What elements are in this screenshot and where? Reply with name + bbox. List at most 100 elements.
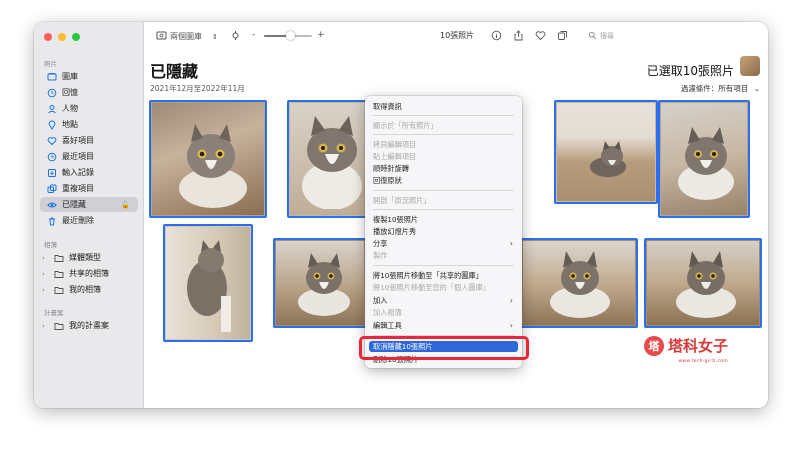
sidebar-item-library[interactable]: 圖庫 xyxy=(40,69,138,84)
submenu-arrow-icon: › xyxy=(509,296,513,305)
submenu-arrow-icon: › xyxy=(509,239,513,248)
date-range: 2021年12月至2022年11月 xyxy=(150,84,245,93)
sidebar-item-people[interactable]: 人物 xyxy=(40,101,138,116)
sidebar-item-label: 地點 xyxy=(62,120,78,129)
sidebar-section-photos: 照片 xyxy=(44,60,57,68)
zoom-slider-knob[interactable] xyxy=(285,31,295,40)
menu-item-show-in-all-photos: 顯示於「所有照片」 xyxy=(373,120,438,130)
chevron-right-icon[interactable]: › xyxy=(42,322,50,330)
chevron-down-icon: ⌄ xyxy=(753,84,760,93)
lock-icon: 🔓 xyxy=(121,200,130,209)
photo-thumbnail[interactable] xyxy=(163,224,253,342)
menu-item-revert-to-original[interactable]: 回復原狀 xyxy=(369,175,518,186)
menu-item-rotate-clockwise[interactable]: 順時針旋轉 xyxy=(369,163,518,174)
menu-item-open-live-photo: 開啟「原況照片」 xyxy=(373,195,431,205)
photo-thumbnail[interactable] xyxy=(287,100,371,218)
menu-item-create: 製作 xyxy=(373,250,388,260)
imports-icon xyxy=(46,167,57,178)
close-window-button[interactable] xyxy=(44,33,52,41)
cat-image xyxy=(550,251,610,318)
photo-thumbnail[interactable] xyxy=(520,238,638,328)
people-icon xyxy=(46,103,57,114)
menu-item-add-to-label: 加入 xyxy=(373,295,388,305)
cat-image xyxy=(179,124,247,208)
duplicate-icon[interactable] xyxy=(557,30,568,41)
watermark-text: 塔科女子 xyxy=(667,337,728,355)
menu-item-move-to-shared-library[interactable]: 將10張照片移動至「共享的圖庫」 xyxy=(369,270,518,281)
library-icon xyxy=(46,71,57,82)
menu-item-share-label: 分享 xyxy=(373,238,388,248)
photo-thumbnail[interactable] xyxy=(658,100,750,218)
sidebar-item-memories[interactable]: 回憶 xyxy=(40,85,138,100)
filter-dropdown[interactable]: 過濾條件：所有項目 ⌄ xyxy=(681,83,760,94)
chevron-right-icon[interactable]: › xyxy=(42,286,50,294)
menu-item-duplicate[interactable]: 複製10張照片 xyxy=(369,214,518,225)
search-icon xyxy=(588,31,597,42)
menu-item-edit-with[interactable]: 編輯工具 › xyxy=(369,320,518,331)
avatar[interactable] xyxy=(740,56,760,76)
cat-image xyxy=(590,141,626,177)
folder-icon xyxy=(53,320,64,331)
watermark-logo: 塔 xyxy=(643,335,664,356)
minimize-window-button[interactable] xyxy=(58,33,66,41)
rotate-icon[interactable] xyxy=(230,30,241,41)
library-switcher-label: 兩個圖庫 xyxy=(170,32,202,41)
menu-separator xyxy=(373,115,514,116)
up-down-chevron-icon: ⇕ xyxy=(212,32,218,41)
folder-icon xyxy=(53,268,64,279)
library-switcher[interactable]: 兩個圖庫 ⇕ xyxy=(156,30,218,43)
sidebar-item-recently-deleted[interactable]: 最近刪除 xyxy=(40,213,138,228)
menu-item-share[interactable]: 分享 › xyxy=(369,238,518,249)
sidebar-item-hidden[interactable]: 已隱藏 🔓 xyxy=(40,197,138,212)
menu-item-add-to[interactable]: 加入 › xyxy=(369,295,518,306)
zoom-out-icon[interactable]: - xyxy=(252,30,255,40)
sidebar-item-label: 圖庫 xyxy=(62,72,78,81)
submenu-arrow-icon: › xyxy=(509,321,513,330)
zoom-in-icon[interactable]: + xyxy=(317,30,325,40)
menu-item-copy-edits: 拷貝編輯項目 xyxy=(373,139,417,149)
menu-separator xyxy=(373,134,514,135)
watermark-url: www.tech-girlz.com xyxy=(678,359,728,364)
sidebar-item-places[interactable]: 地點 xyxy=(40,117,138,132)
cat-image xyxy=(676,251,736,318)
sidebar-item-my-albums[interactable]: › 我的相簿 xyxy=(40,282,138,297)
sidebar-item-media-types[interactable]: › 媒體類型 xyxy=(40,250,138,265)
sidebar-item-label: 人物 xyxy=(62,104,78,113)
sidebar-item-duplicates[interactable]: 重複項目 xyxy=(40,181,138,196)
menu-item-slideshow[interactable]: 播放幻燈片秀 xyxy=(369,226,518,237)
filter-label: 過濾條件：所有項目 xyxy=(680,84,749,93)
window-controls xyxy=(44,33,80,41)
sidebar-item-recents[interactable]: 最近項目 xyxy=(40,149,138,164)
cat-image xyxy=(678,127,734,200)
cat-image xyxy=(302,116,362,209)
photo-thumbnail[interactable] xyxy=(149,100,267,218)
info-icon[interactable] xyxy=(491,30,502,41)
search-input[interactable]: 搜尋 xyxy=(600,31,614,41)
favorite-heart-icon[interactable] xyxy=(535,30,546,41)
photo-thumbnail[interactable] xyxy=(644,238,762,328)
sidebar-item-favorites[interactable]: 喜好項目 xyxy=(40,133,138,148)
sidebar-item-label: 最近項目 xyxy=(62,152,94,161)
zoom-slider[interactable] xyxy=(264,31,312,40)
sidebar-section-albums: 相簿 xyxy=(44,241,57,249)
selection-count-label: 10張照片 xyxy=(440,31,475,40)
sidebar-item-my-projects[interactable]: › 我的計畫案 xyxy=(40,318,138,333)
page-title: 已隱藏 xyxy=(150,62,199,81)
chevron-right-icon[interactable]: › xyxy=(42,270,50,278)
sidebar-item-label: 回憶 xyxy=(62,88,78,97)
folder-icon xyxy=(53,252,64,263)
sidebar-item-shared-albums[interactable]: › 共享的相簿 xyxy=(40,266,138,281)
share-icon[interactable] xyxy=(513,30,524,41)
photo-thumbnail[interactable] xyxy=(554,100,658,204)
sidebar-item-imports[interactable]: 輸入記錄 xyxy=(40,165,138,180)
menu-item-get-info[interactable]: 取得資訊 xyxy=(369,101,518,112)
chevron-right-icon[interactable]: › xyxy=(42,254,50,262)
zoom-window-button[interactable] xyxy=(72,33,80,41)
duplicates-icon xyxy=(46,183,57,194)
photo-thumbnail[interactable] xyxy=(273,238,367,328)
sidebar-item-label: 媒體類型 xyxy=(69,253,101,262)
menu-item-paste-edits: 貼上編輯項目 xyxy=(373,151,417,161)
cat-image xyxy=(187,240,231,332)
search-field[interactable]: 搜尋 xyxy=(588,29,638,43)
sidebar-item-label: 輸入記錄 xyxy=(62,168,94,177)
